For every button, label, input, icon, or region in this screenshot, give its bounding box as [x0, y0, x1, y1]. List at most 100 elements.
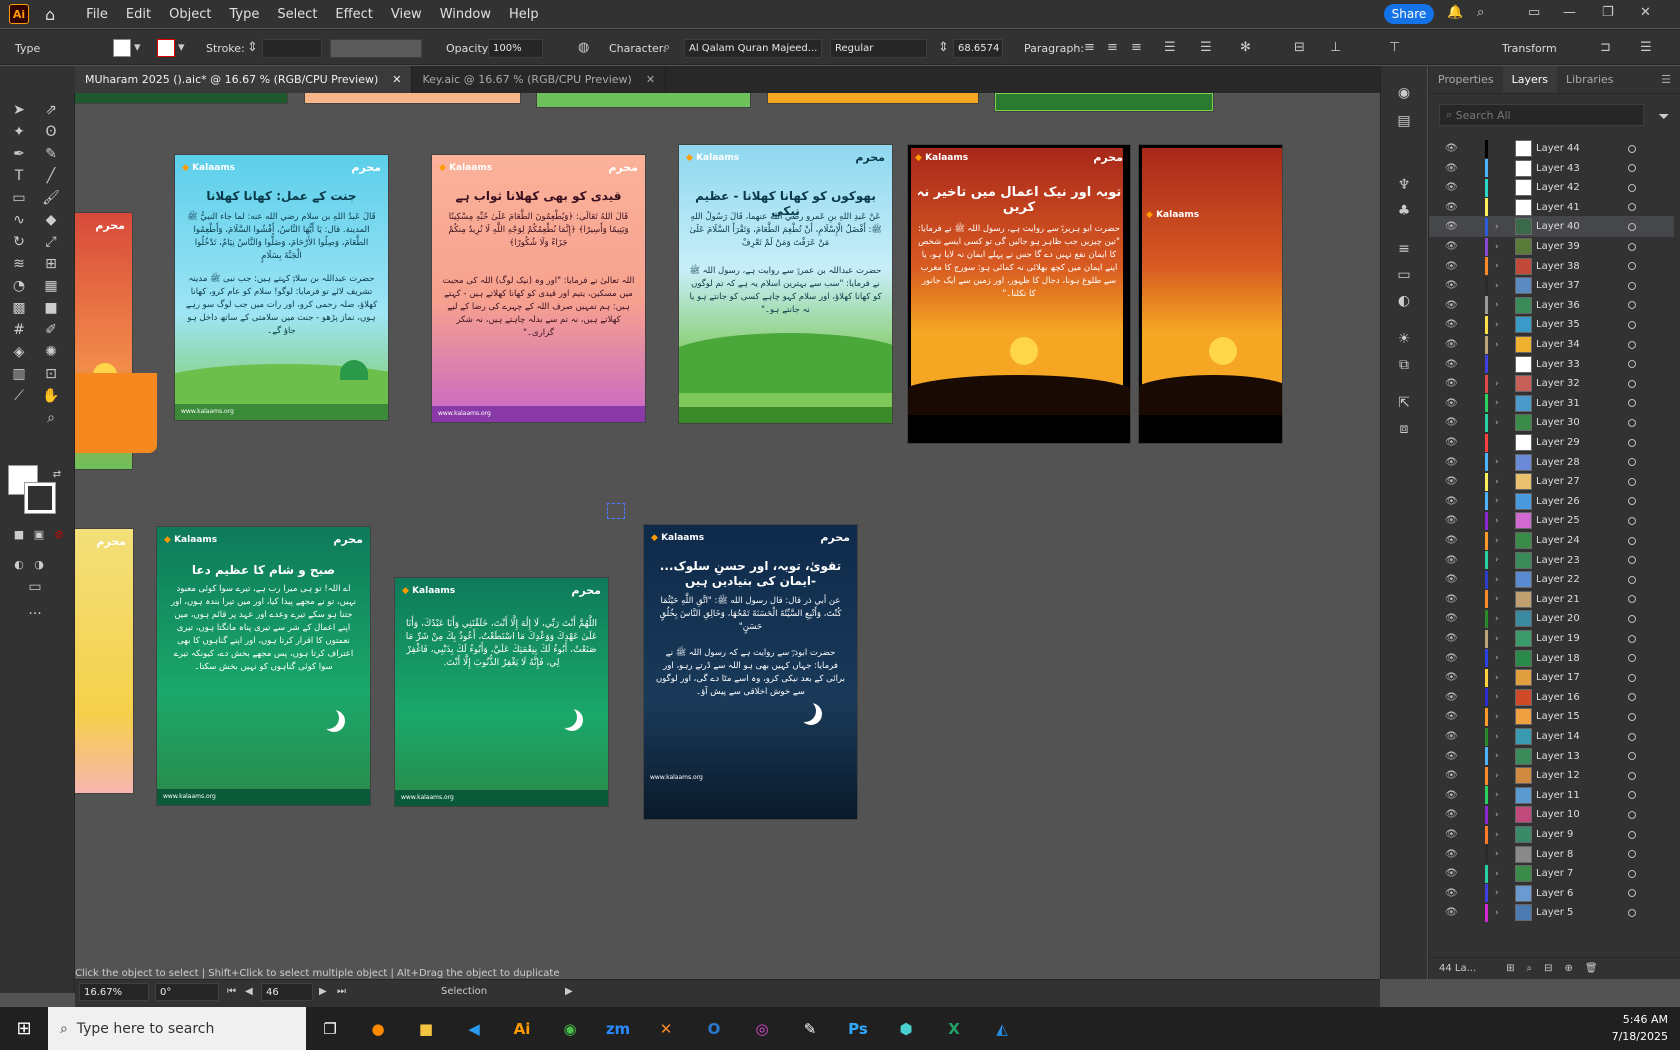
close-tab-icon[interactable]: ✕ — [646, 73, 655, 86]
vscode-icon[interactable]: ◀ — [450, 1007, 498, 1050]
expand-arrow-icon[interactable]: › — [1495, 673, 1499, 683]
visibility-eye-icon[interactable]: 👁 — [1445, 261, 1458, 272]
expand-arrow-icon[interactable]: › — [1495, 869, 1499, 879]
visibility-eye-icon[interactable]: 👁 — [1445, 359, 1458, 370]
expand-arrow-icon[interactable]: › — [1495, 261, 1499, 271]
gradient-tool-icon[interactable]: ■ — [40, 297, 62, 319]
artboard-tool-icon[interactable]: ⊡ — [40, 363, 62, 385]
target-circle-icon[interactable] — [1628, 340, 1636, 349]
layer-row[interactable]: 👁 › Layer 40 — [1429, 216, 1674, 238]
curvature-tool-icon[interactable]: ✎ — [40, 143, 62, 165]
paintbrush-icon[interactable]: 🖌 — [40, 187, 62, 209]
rotate-tool-icon[interactable]: ↻ — [8, 231, 30, 253]
workspace-icon[interactable]: ▭ — [1528, 5, 1540, 20]
expand-arrow-icon[interactable]: › — [1495, 634, 1499, 644]
delete-layer-icon[interactable]: 🗑 — [1585, 963, 1598, 974]
visibility-eye-icon[interactable]: 👁 — [1445, 711, 1458, 722]
target-circle-icon[interactable] — [1628, 869, 1636, 878]
target-circle-icon[interactable] — [1628, 595, 1636, 604]
align-right-icon[interactable]: ≡ — [1131, 40, 1142, 55]
taskbar-search[interactable]: ⌕ Type here to search — [48, 1007, 306, 1050]
layer-row[interactable]: 👁 Layer 42 — [1429, 177, 1674, 198]
layer-row[interactable]: 👁 Layer 44 — [1429, 138, 1674, 159]
home-icon[interactable]: ⌂ — [45, 5, 55, 24]
expand-arrow-icon[interactable]: › — [1495, 418, 1499, 428]
canvas[interactable]: محرم ◆ Kalaams محرم جنت کے عمل: کھانا کھ… — [75, 93, 1380, 979]
font-style-field[interactable]: Regular — [830, 39, 927, 58]
tab-key[interactable]: Key.aic @ 16.67 % (RGB/CPU Preview) ✕ — [412, 66, 667, 93]
expand-arrow-icon[interactable]: › — [1495, 810, 1499, 820]
layer-row[interactable]: 👁 › Layer 17 — [1429, 667, 1674, 688]
outlook-icon[interactable]: O — [690, 1007, 738, 1050]
transform-button[interactable]: Transform — [1502, 42, 1557, 55]
expand-arrow-icon[interactable]: › — [1495, 594, 1499, 604]
layer-row[interactable]: 👁 › Layer 31 — [1429, 393, 1674, 414]
artboard-8[interactable]: ◆ Kalaams محرم تقویٰ، توبہ، اور حسنِ سلو… — [644, 525, 857, 819]
panel-menu-icon[interactable]: ☰ — [1640, 40, 1652, 55]
swap-colors-icon[interactable]: ⇄ — [46, 463, 68, 485]
symbols-panel-icon[interactable]: ⧉ — [1393, 354, 1415, 376]
layer-row[interactable]: 👁 › Layer 24 — [1429, 530, 1674, 551]
expand-arrow-icon[interactable]: › — [1495, 712, 1499, 722]
target-circle-icon[interactable] — [1628, 516, 1636, 525]
visibility-eye-icon[interactable]: 👁 — [1445, 163, 1458, 174]
bell-icon[interactable]: 🔔 — [1447, 5, 1463, 20]
visibility-eye-icon[interactable]: 👁 — [1445, 300, 1458, 311]
target-circle-icon[interactable] — [1628, 242, 1636, 251]
visibility-eye-icon[interactable]: 👁 — [1445, 241, 1458, 252]
menu-edit[interactable]: Edit — [117, 7, 160, 22]
target-circle-icon[interactable] — [1628, 732, 1636, 741]
visibility-eye-icon[interactable]: 👁 — [1445, 790, 1458, 801]
shape-builder-icon[interactable]: ◔ — [8, 275, 30, 297]
target-circle-icon[interactable] — [1628, 654, 1636, 663]
locate-object-icon[interactable]: ⌕ — [1527, 963, 1533, 974]
layer-row[interactable]: 👁 › Layer 15 — [1429, 706, 1674, 727]
lasso-icon[interactable]: ʘ — [40, 121, 62, 143]
stroke-swatch[interactable] — [157, 39, 175, 57]
expand-arrow-icon[interactable]: › — [1495, 849, 1499, 859]
properties-icon[interactable]: ◉ — [1393, 82, 1415, 104]
fill-swatch[interactable] — [113, 39, 131, 57]
clubs-icon[interactable]: ♣ — [1393, 200, 1415, 222]
visibility-eye-icon[interactable]: 👁 — [1445, 535, 1458, 546]
visibility-eye-icon[interactable]: 👁 — [1445, 515, 1458, 526]
artboard-bottom-left-partial[interactable]: محرم — [75, 529, 133, 793]
artboard-top-4[interactable] — [768, 93, 978, 103]
visibility-eye-icon[interactable]: 👁 — [1445, 182, 1458, 193]
visibility-eye-icon[interactable]: 👁 — [1445, 143, 1458, 154]
expand-arrow-icon[interactable]: › — [1495, 614, 1499, 624]
xampp-icon[interactable]: ✕ — [642, 1007, 690, 1050]
align-objects-icon[interactable]: ⊟ — [1294, 40, 1305, 55]
expand-arrow-icon[interactable]: › — [1495, 888, 1499, 898]
screen-mode-icon[interactable]: ▭ — [24, 576, 46, 598]
restore-icon[interactable]: ❐ — [1602, 5, 1614, 20]
font-size-stepper-icon[interactable]: ⇕ — [938, 40, 949, 55]
free-transform-icon[interactable]: ⊞ — [40, 253, 62, 275]
first-artboard-icon[interactable]: ⏮ — [227, 986, 236, 997]
target-circle-icon[interactable] — [1628, 614, 1636, 623]
target-circle-icon[interactable] — [1628, 536, 1636, 545]
expand-arrow-icon[interactable]: › — [1495, 732, 1499, 742]
line-tool-icon[interactable]: ╱ — [40, 165, 62, 187]
glyphs-icon[interactable]: ✻ — [1240, 40, 1251, 55]
expand-arrow-icon[interactable]: › — [1495, 320, 1499, 330]
layer-row[interactable]: 👁 Layer 41 — [1429, 197, 1674, 218]
expand-arrow-icon[interactable]: › — [1495, 398, 1499, 408]
expand-arrow-icon[interactable]: › — [1495, 281, 1499, 291]
layer-row[interactable]: 👁 › Layer 12 — [1429, 765, 1674, 786]
artboard-top-2[interactable] — [305, 93, 520, 103]
chrome-icon[interactable]: ◉ — [546, 1007, 594, 1050]
export-panel-icon[interactable]: ⇱ — [1393, 392, 1415, 414]
isolate-icon[interactable]: ⊐ — [1600, 40, 1611, 55]
layer-row[interactable]: 👁 Layer 33 — [1429, 354, 1674, 375]
font-search-icon[interactable]: ⌕ — [663, 40, 670, 55]
expand-arrow-icon[interactable]: › — [1495, 908, 1499, 918]
numbering-icon[interactable]: ☰ — [1200, 40, 1212, 55]
prev-artboard-icon[interactable]: ◀ — [245, 986, 253, 997]
gradient-panel-icon[interactable]: ▭ — [1393, 264, 1415, 286]
visibility-eye-icon[interactable]: 👁 — [1445, 221, 1458, 232]
document-icon[interactable]: ▤ — [1393, 110, 1415, 132]
blend-tool-icon[interactable]: ◈ — [8, 341, 30, 363]
stroke-stepper-icon[interactable]: ⇕ — [247, 40, 258, 55]
artboard-4[interactable]: ◆ Kalaams محرم توبہ اور نیک اعمال میں تا… — [908, 145, 1130, 443]
